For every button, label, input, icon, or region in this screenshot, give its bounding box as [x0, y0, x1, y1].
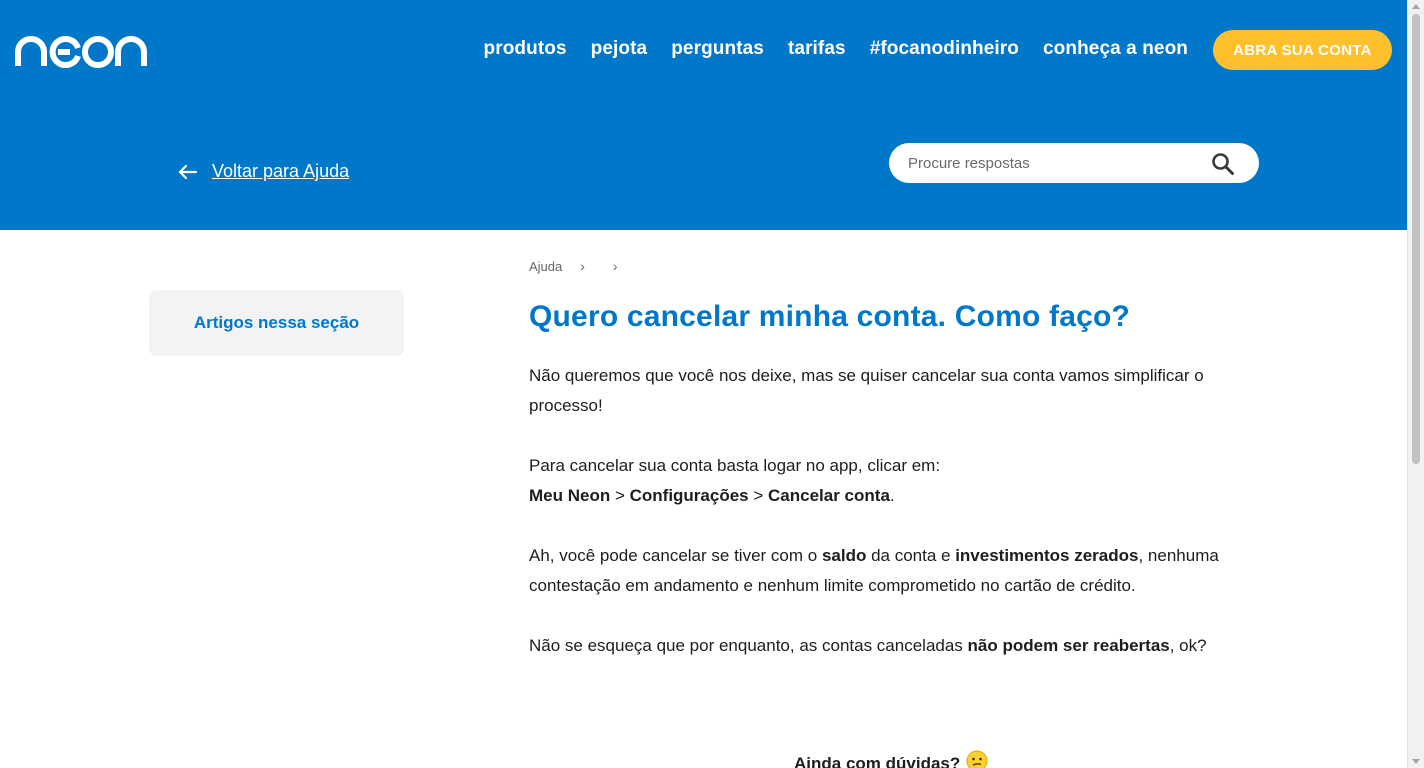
article-text: Não se esqueça que por enquanto, as cont…	[529, 636, 968, 655]
article-text: Ah, você pode cancelar se tiver com o	[529, 546, 822, 565]
chevron-right-icon: ›	[612, 258, 618, 274]
back-to-help-link[interactable]: Voltar para Ajuda	[178, 161, 349, 182]
nav-item-produtos[interactable]: produtos	[484, 38, 567, 60]
search-input[interactable]	[908, 143, 1198, 183]
still-doubts-label: Ainda com dúvidas?	[794, 753, 961, 768]
nav-item-tarifas[interactable]: tarifas	[788, 38, 846, 60]
article-paragraph: Não se esqueça que por enquanto, as cont…	[529, 631, 1269, 661]
article-text: Para cancelar sua conta basta logar no a…	[529, 456, 941, 475]
path-end: .	[889, 486, 895, 505]
page: produtos pejota perguntas tarifas #focan…	[0, 0, 1407, 768]
arrow-left-icon	[178, 164, 198, 179]
still-doubts-heading: Ainda com dúvidas?	[794, 750, 988, 768]
article-paragraph: Para cancelar sua conta basta logar no a…	[529, 451, 1269, 511]
thinking-face-icon	[966, 750, 988, 768]
article-body: Não queremos que você nos deixe, mas se …	[529, 361, 1269, 691]
section-articles-toggle[interactable]: Artigos nessa seção	[149, 290, 404, 356]
nav-item-focanodinheiro[interactable]: #focanodinheiro	[870, 38, 1019, 60]
article-text: , ok?	[1169, 636, 1207, 655]
scroll-up-icon[interactable]	[1412, 4, 1420, 9]
article-title: Quero cancelar minha conta. Como faço?	[529, 300, 1131, 333]
scroll-down-icon[interactable]	[1412, 759, 1420, 764]
nav-item-perguntas[interactable]: perguntas	[671, 38, 764, 60]
menu-path-step: Cancelar conta	[768, 486, 890, 505]
article-bold-text: saldo	[821, 546, 867, 565]
article-text: da conta e	[866, 546, 956, 565]
scrollbar-thumb[interactable]	[1412, 14, 1420, 464]
menu-path-step: Meu Neon	[529, 486, 611, 505]
page-scrollbar[interactable]	[1407, 0, 1424, 768]
neon-logo-mark	[15, 36, 147, 68]
section-articles-label: Artigos nessa seção	[193, 313, 360, 332]
breadcrumb-item-ajuda[interactable]: Ajuda	[529, 259, 562, 274]
article-bold-text: não podem ser reabertas	[967, 636, 1170, 655]
breadcrumb: Ajuda › ›	[529, 258, 618, 274]
menu-path-step: Configurações	[629, 486, 749, 505]
main-nav: produtos pejota perguntas tarifas #focan…	[484, 38, 1188, 60]
search-icon[interactable]	[1211, 152, 1235, 181]
article-paragraph: Não queremos que você nos deixe, mas se …	[529, 366, 1204, 415]
article-paragraph: Ah, você pode cancelar se tiver com o sa…	[529, 541, 1269, 601]
open-account-button[interactable]: ABRA SUA CONTA	[1213, 30, 1392, 70]
site-header: produtos pejota perguntas tarifas #focan…	[0, 0, 1407, 230]
nav-item-conheca-a-neon[interactable]: conheça a neon	[1043, 38, 1188, 60]
path-separator: >	[748, 486, 769, 505]
back-link-label: Voltar para Ajuda	[212, 161, 350, 181]
path-separator: >	[610, 486, 630, 505]
article-bold-text: investimentos zerados	[955, 546, 1139, 565]
chevron-right-icon: ›	[580, 258, 585, 274]
search-box	[889, 143, 1259, 183]
neon-logo[interactable]	[14, 34, 148, 68]
nav-item-pejota[interactable]: pejota	[591, 38, 648, 60]
